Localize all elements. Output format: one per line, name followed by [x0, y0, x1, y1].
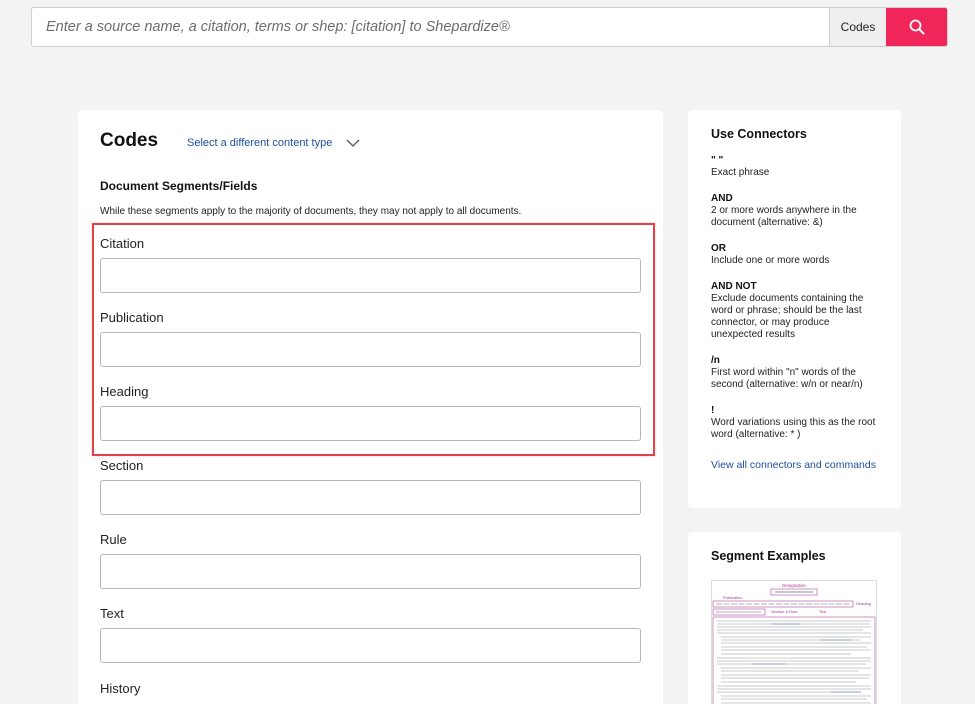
rule-field[interactable] — [100, 554, 641, 589]
segment-example-thumbnail[interactable]: Designation Publication Heading Section … — [711, 580, 877, 704]
connector-description: First word within "n" words of the secon… — [711, 367, 863, 390]
connector-item: OR Include one or more words — [711, 243, 878, 267]
citation-label: Citation — [100, 236, 145, 251]
rule-label: Rule — [100, 532, 127, 547]
thumbnail-section-label: Section & Rule — [771, 609, 798, 614]
content-type-selector[interactable]: Select a different content type — [187, 137, 360, 149]
section-label: Section — [100, 458, 144, 473]
thumbnail-text-label: Text — [819, 609, 827, 614]
connector-item: AND NOT Exclude documents containing the… — [711, 281, 878, 341]
connector-symbol: " " — [711, 155, 724, 166]
segment-examples-title: Segment Examples — [711, 549, 826, 563]
search-input[interactable] — [32, 8, 829, 46]
text-field[interactable] — [100, 628, 641, 663]
connectors-title: Use Connectors — [711, 127, 807, 141]
thumbnail-publication-label: Publication — [723, 595, 743, 600]
connector-symbol: /n — [711, 355, 720, 366]
search-form-panel: Codes Select a different content type Do… — [78, 110, 663, 704]
scope-button[interactable]: Codes — [829, 8, 886, 46]
connector-symbol: AND — [711, 193, 733, 204]
search-icon — [909, 19, 924, 35]
history-label: History — [100, 681, 141, 696]
connector-item: AND 2 or more words anywhere in the docu… — [711, 193, 878, 229]
connector-item: ! Word variations using this as the root… — [711, 405, 878, 441]
segment-examples-panel: Segment Examples Designation Publication… — [688, 532, 901, 704]
connector-symbol: OR — [711, 243, 726, 254]
search-button[interactable] — [886, 8, 947, 46]
connectors-panel: Use Connectors " " Exact phrase AND 2 or… — [688, 110, 901, 508]
publication-field[interactable] — [100, 332, 641, 367]
citation-field[interactable] — [100, 258, 641, 293]
thumbnail-heading-label: Heading — [856, 601, 871, 606]
section-heading: Document Segments/Fields — [100, 179, 258, 193]
connector-description: Exact phrase — [711, 167, 770, 178]
thumbnail-designation-label: Designation — [782, 583, 806, 588]
search-bar: Codes — [31, 7, 948, 47]
connector-description: 2 or more words anywhere in the document… — [711, 205, 857, 228]
connector-symbol: ! — [711, 405, 715, 416]
connector-item: " " Exact phrase — [711, 155, 878, 179]
publication-label: Publication — [100, 310, 164, 325]
heading-label: Heading — [100, 384, 149, 399]
content-type-link[interactable]: Select a different content type — [187, 137, 332, 149]
chevron-down-icon[interactable] — [346, 139, 360, 147]
connector-description: Exclude documents containing the word or… — [711, 293, 864, 340]
section-field[interactable] — [100, 480, 641, 515]
page-title: Codes — [100, 130, 159, 151]
section-description: While these segments apply to the majori… — [100, 206, 522, 217]
connector-item: /n First word within "n" words of the se… — [711, 355, 878, 391]
connector-description: Word variations using this as the root w… — [711, 417, 876, 440]
connector-symbol: AND NOT — [711, 281, 757, 292]
heading-field[interactable] — [100, 406, 641, 441]
view-all-connectors-link[interactable]: View all connectors and commands — [711, 459, 876, 471]
text-label: Text — [100, 606, 124, 621]
connector-description: Include one or more words — [711, 255, 830, 266]
